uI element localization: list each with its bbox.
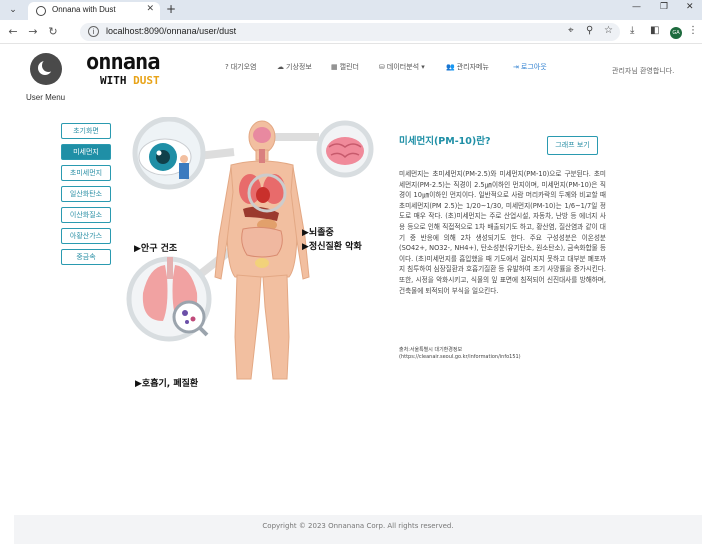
source-citation: 출처:서울특별시 대기환경정보 (https://cleanair.seoul.… [399, 347, 599, 361]
side-menu-no2[interactable]: 이산화질소 [61, 207, 111, 223]
nav-air-pollution[interactable]: ? 대기오염 [225, 62, 256, 72]
question-icon: ? [225, 63, 229, 71]
heart-organ [256, 187, 270, 203]
location-icon[interactable]: ⌖ [568, 25, 574, 36]
site-logo[interactable]: onnana WITH DUST [86, 51, 160, 87]
back-icon[interactable]: ← [6, 25, 20, 38]
browser-window: ⌄ Onnana with Dust ✕ + — ❐ ✕ ← → ↻ i loc… [0, 0, 702, 544]
nav-label: 대기오염 [230, 63, 257, 71]
user-menu-label: User Menu [26, 93, 66, 102]
logo-dust: DUST [133, 74, 160, 87]
forward-icon[interactable]: → [26, 25, 40, 38]
minimize-icon[interactable]: — [632, 2, 641, 12]
footer-copyright: Copyright © 2023 Onnanana Corp. All righ… [262, 522, 454, 530]
new-tab-icon[interactable]: + [166, 2, 176, 16]
nav-logout[interactable]: ⇥ 로그아웃 [513, 62, 547, 72]
bookmark-star-icon[interactable]: ☆ [604, 25, 613, 36]
close-window-icon[interactable]: ✕ [686, 2, 694, 12]
tab-search-icon[interactable]: ⌄ [6, 3, 20, 17]
tab-strip: ⌄ Onnana with Dust ✕ + — ❐ ✕ [0, 0, 702, 20]
nav-weather[interactable]: ☁ 기상정보 [277, 62, 312, 72]
database-icon: ⛁ [379, 63, 385, 71]
web-page: User Menu onnana WITH DUST ? 대기오염 ☁ 기상정보 ▦… [14, 45, 702, 544]
caption-stroke: ▶뇌졸중 [302, 228, 334, 238]
site-info-icon[interactable]: i [88, 26, 99, 37]
caption-respiratory: ▶호흡기, 폐질환 [135, 379, 199, 389]
tab-title: Onnana with Dust [52, 5, 116, 14]
side-menu: 초기화면 미세먼지 초미세먼지 일산화탄소 이산화질소 아황산가스 중금속 [61, 123, 111, 270]
nav-label: 로그아웃 [520, 63, 547, 71]
nav-label: 캘린더 [339, 63, 359, 71]
side-panel-icon[interactable]: ◧ [650, 25, 659, 36]
welcome-message: 관리자님 환영합니다. [612, 67, 675, 75]
nav-label: 관리자메뉴 [456, 63, 489, 71]
weather-icon: ☁ [277, 63, 284, 71]
side-menu-co[interactable]: 일산화탄소 [61, 186, 111, 202]
moon-icon [38, 59, 55, 75]
side-menu-home[interactable]: 초기화면 [61, 123, 111, 139]
logo-with: WITH [100, 74, 134, 87]
side-menu-heavy-metal[interactable]: 중금속 [61, 249, 111, 265]
side-menu-pm10[interactable]: 미세먼지 [61, 144, 111, 160]
caption-dry-eye: ▶안구 건조 [134, 244, 178, 254]
calendar-icon: ▦ [331, 63, 338, 71]
nav-label: 데이터분석 [386, 63, 420, 71]
view-graph-button[interactable]: 그래프 보기 [547, 136, 598, 155]
download-icon[interactable]: ⤓ [630, 25, 634, 36]
more-menu-icon[interactable]: ⋮ [688, 25, 698, 36]
nav-admin-menu[interactable]: 👥 관리자메뉴 [446, 62, 489, 72]
reload-icon[interactable]: ↻ [46, 25, 60, 38]
users-icon: 👥 [446, 63, 455, 71]
brain-organ [253, 127, 271, 143]
restore-icon[interactable]: ❐ [660, 2, 668, 12]
url-text[interactable]: localhost:8090/onnana/user/dust [106, 26, 236, 36]
description-paragraph: 미세먼지는 초미세먼지(PM-2.5)와 미세먼지(PM-10)으로 구분된다.… [399, 170, 606, 295]
user-menu-button[interactable] [30, 53, 62, 85]
zoom-icon[interactable]: ⚲ [586, 25, 593, 36]
health-effects-illustration: ▶안구 건조 ▶뇌졸중 ▶정신질환 악화 ▶호흡기, 폐질환 [119, 116, 379, 389]
side-menu-so2[interactable]: 아황산가스 [61, 228, 111, 244]
nav-data-analysis[interactable]: ⛁ 데이터분석 ▾ [379, 62, 425, 72]
close-tab-icon[interactable]: ✕ [146, 4, 154, 14]
browser-toolbar: ← → ↻ i localhost:8090/onnana/user/dust … [0, 20, 702, 44]
profile-avatar[interactable]: GA [670, 27, 682, 39]
source-link[interactable]: (https://cleanair.seoul.go.kr/informatio… [399, 354, 599, 361]
logout-icon: ⇥ [513, 63, 519, 71]
source-label: 출처:서울특별시 대기환경정보 [399, 347, 463, 353]
browser-tab[interactable]: Onnana with Dust ✕ [28, 2, 160, 20]
logo-subtext: WITH DUST [100, 75, 160, 87]
globe-icon [36, 6, 46, 16]
nav-label: 기상정보 [286, 63, 312, 71]
caption-mental-illness: ▶정신질환 악화 [302, 242, 362, 252]
address-bar[interactable]: i localhost:8090/onnana/user/dust ⌖ ⚲ ☆ [80, 23, 620, 41]
side-menu-pm25[interactable]: 초미세먼지 [61, 165, 111, 181]
logo-text: onnana [86, 50, 160, 75]
nav-calendar[interactable]: ▦ 캘린더 [331, 62, 359, 72]
